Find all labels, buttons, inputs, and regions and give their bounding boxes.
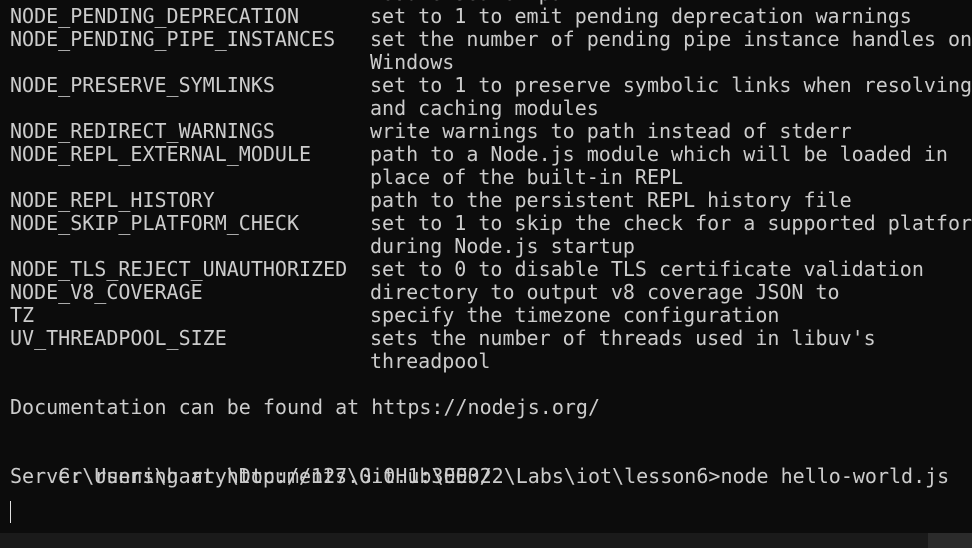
env-var-description: path to a Node.js module which will be l… xyxy=(370,142,948,166)
env-var-description: place of the built-in REPL xyxy=(370,165,684,189)
env-var-description: specify the timezone configuration xyxy=(370,303,780,327)
env-var-name: NODE_PENDING_DEPRECATION xyxy=(10,4,299,28)
env-var-description: set to 1 to preserve symbolic links when… xyxy=(370,73,972,97)
env-var-description: during Node.js startup xyxy=(370,234,635,258)
server-output-line: Server running at http://127.0.0.1:3000/ xyxy=(10,464,492,488)
documentation-line: Documentation can be found at https://no… xyxy=(10,395,601,419)
env-var-description: sets the number of threads used in libuv… xyxy=(370,326,876,350)
env-var-name: UV_THREADPOOL_SIZE xyxy=(10,326,227,350)
env-var-description: threadpool xyxy=(370,349,491,373)
scrollbar-corner xyxy=(928,533,972,548)
env-var-name: NODE_V8_COVERAGE xyxy=(10,280,203,304)
env-var-description: Windows xyxy=(370,50,455,74)
env-var-name: TZ xyxy=(10,303,35,327)
env-var-description: directory to output v8 coverage JSON to xyxy=(370,280,840,304)
env-var-name: NODE_REPL_HISTORY xyxy=(10,188,215,212)
terminal-window[interactable]: module search pathNODE_PENDING_DEPRECATI… xyxy=(0,0,972,533)
terminal-bottom-bar xyxy=(0,533,972,548)
env-var-description: set the number of pending pipe instance … xyxy=(370,27,972,51)
env-var-description: path to the persistent REPL history file xyxy=(370,188,852,212)
env-var-description: write warnings to path instead of stderr xyxy=(370,119,852,143)
text-cursor[interactable] xyxy=(10,501,11,523)
env-var-name: NODE_REPL_EXTERNAL_MODULE xyxy=(10,142,312,166)
env-var-name: NODE_PRESERVE_SYMLINKS xyxy=(10,73,275,97)
command-prompt-line: C:\Users\harry\Documents\GitHub\EE322\La… xyxy=(10,442,949,488)
env-var-name: NODE_SKIP_PLATFORM_CHECK xyxy=(10,211,299,235)
env-var-description: and caching modules xyxy=(370,96,599,120)
env-var-description: set to 1 to skip the check for a support… xyxy=(370,211,972,235)
env-var-name: NODE_PENDING_PIPE_INSTANCES xyxy=(10,27,336,51)
env-var-name: NODE_REDIRECT_WARNINGS xyxy=(10,119,275,143)
env-var-name: NODE_TLS_REJECT_UNAUTHORIZED xyxy=(10,257,348,281)
command-text: node hello-world.js xyxy=(720,464,950,488)
env-var-description: set to 1 to emit pending deprecation war… xyxy=(370,4,912,28)
env-var-description: set to 0 to disable TLS certificate vali… xyxy=(370,257,924,281)
